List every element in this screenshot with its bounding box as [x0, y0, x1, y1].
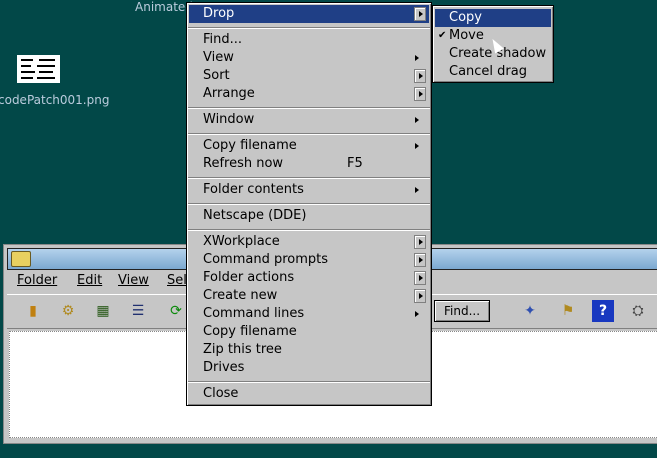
- submenu-arrow-icon: [415, 55, 419, 61]
- refresh-icon[interactable]: ⟳: [165, 300, 187, 322]
- menu-item-create-new[interactable]: Create new: [189, 287, 429, 305]
- help-icon[interactable]: ?: [592, 300, 614, 322]
- menu-separator: [188, 177, 430, 179]
- open-parent-icon[interactable]: ▮: [22, 300, 44, 322]
- menu-item-arrange[interactable]: Arrange: [189, 85, 429, 103]
- desktop-label-animated: Animated: [135, 0, 193, 14]
- menu-view[interactable]: View: [118, 273, 149, 288]
- submenu-arrow-icon: [415, 143, 419, 149]
- submenu-arrow-icon: [414, 235, 426, 249]
- context-menu: Drop Find... View Sort Arrange Window Co…: [186, 2, 432, 406]
- menu-separator: [188, 133, 430, 135]
- submenu-arrow-icon: [415, 187, 419, 193]
- menu-item-sort[interactable]: Sort: [189, 67, 429, 85]
- menu-item-drives[interactable]: Drives: [189, 359, 429, 377]
- menu-separator: [188, 107, 430, 109]
- menu-item-view[interactable]: View: [189, 49, 429, 67]
- menu-item-folder-actions[interactable]: Folder actions: [189, 269, 429, 287]
- menu-item-window[interactable]: Window: [189, 111, 429, 129]
- menu-item-refresh-now[interactable]: Refresh now F5: [189, 155, 429, 173]
- wizard-icon[interactable]: ✦: [519, 300, 541, 322]
- submenu-item-copy[interactable]: Copy: [435, 9, 551, 27]
- refresh-shortcut: F5: [347, 156, 363, 171]
- submenu-arrow-icon: [414, 87, 426, 101]
- submenu-arrow-icon: [414, 69, 426, 83]
- menu-folder[interactable]: Folder: [17, 273, 57, 288]
- find-button[interactable]: Find...: [434, 300, 490, 322]
- menu-selected[interactable]: Sel: [167, 273, 187, 288]
- menu-item-netscape-dde[interactable]: Netscape (DDE): [189, 207, 429, 225]
- menu-item-drop[interactable]: Drop: [189, 5, 429, 23]
- details-view-icon[interactable]: ☰: [127, 300, 149, 322]
- menu-item-xworkplace[interactable]: XWorkplace: [189, 233, 429, 251]
- folder-settings-icon[interactable]: ⚙: [57, 300, 79, 322]
- menu-separator: [188, 381, 430, 383]
- submenu-arrow-icon: [414, 289, 426, 303]
- menu-separator: [188, 229, 430, 231]
- menu-item-command-prompts[interactable]: Command prompts: [189, 251, 429, 269]
- menu-separator: [188, 27, 430, 29]
- folder-search-icon[interactable]: ⚑: [557, 300, 579, 322]
- submenu-arrow-icon: [415, 117, 419, 123]
- submenu-arrow-icon: [414, 253, 426, 267]
- menu-separator: [188, 203, 430, 205]
- menu-edit[interactable]: Edit: [77, 273, 102, 288]
- submenu-arrow-icon: [415, 311, 419, 317]
- desktop-icon-label[interactable]: codePatch001.png: [0, 93, 109, 107]
- menu-item-close[interactable]: Close: [189, 385, 429, 403]
- settings-icon[interactable]: ⛭: [627, 300, 649, 322]
- menu-item-folder-contents[interactable]: Folder contents: [189, 181, 429, 199]
- submenu-arrow-icon: [414, 7, 426, 21]
- menu-item-command-lines[interactable]: Command lines: [189, 305, 429, 323]
- menu-item-copy-filename[interactable]: Copy filename: [189, 137, 429, 155]
- menu-item-zip-this-tree[interactable]: Zip this tree: [189, 341, 429, 359]
- checkmark-icon: ✔: [438, 30, 447, 41]
- submenu-item-cancel-drag[interactable]: Cancel drag: [435, 63, 551, 81]
- submenu-arrow-icon: [414, 271, 426, 285]
- menu-item-find[interactable]: Find...: [189, 31, 429, 49]
- menu-item-copy-filename-2[interactable]: Copy filename: [189, 323, 429, 341]
- image-file-icon[interactable]: [17, 55, 60, 83]
- icon-view-icon[interactable]: ▦: [92, 300, 114, 322]
